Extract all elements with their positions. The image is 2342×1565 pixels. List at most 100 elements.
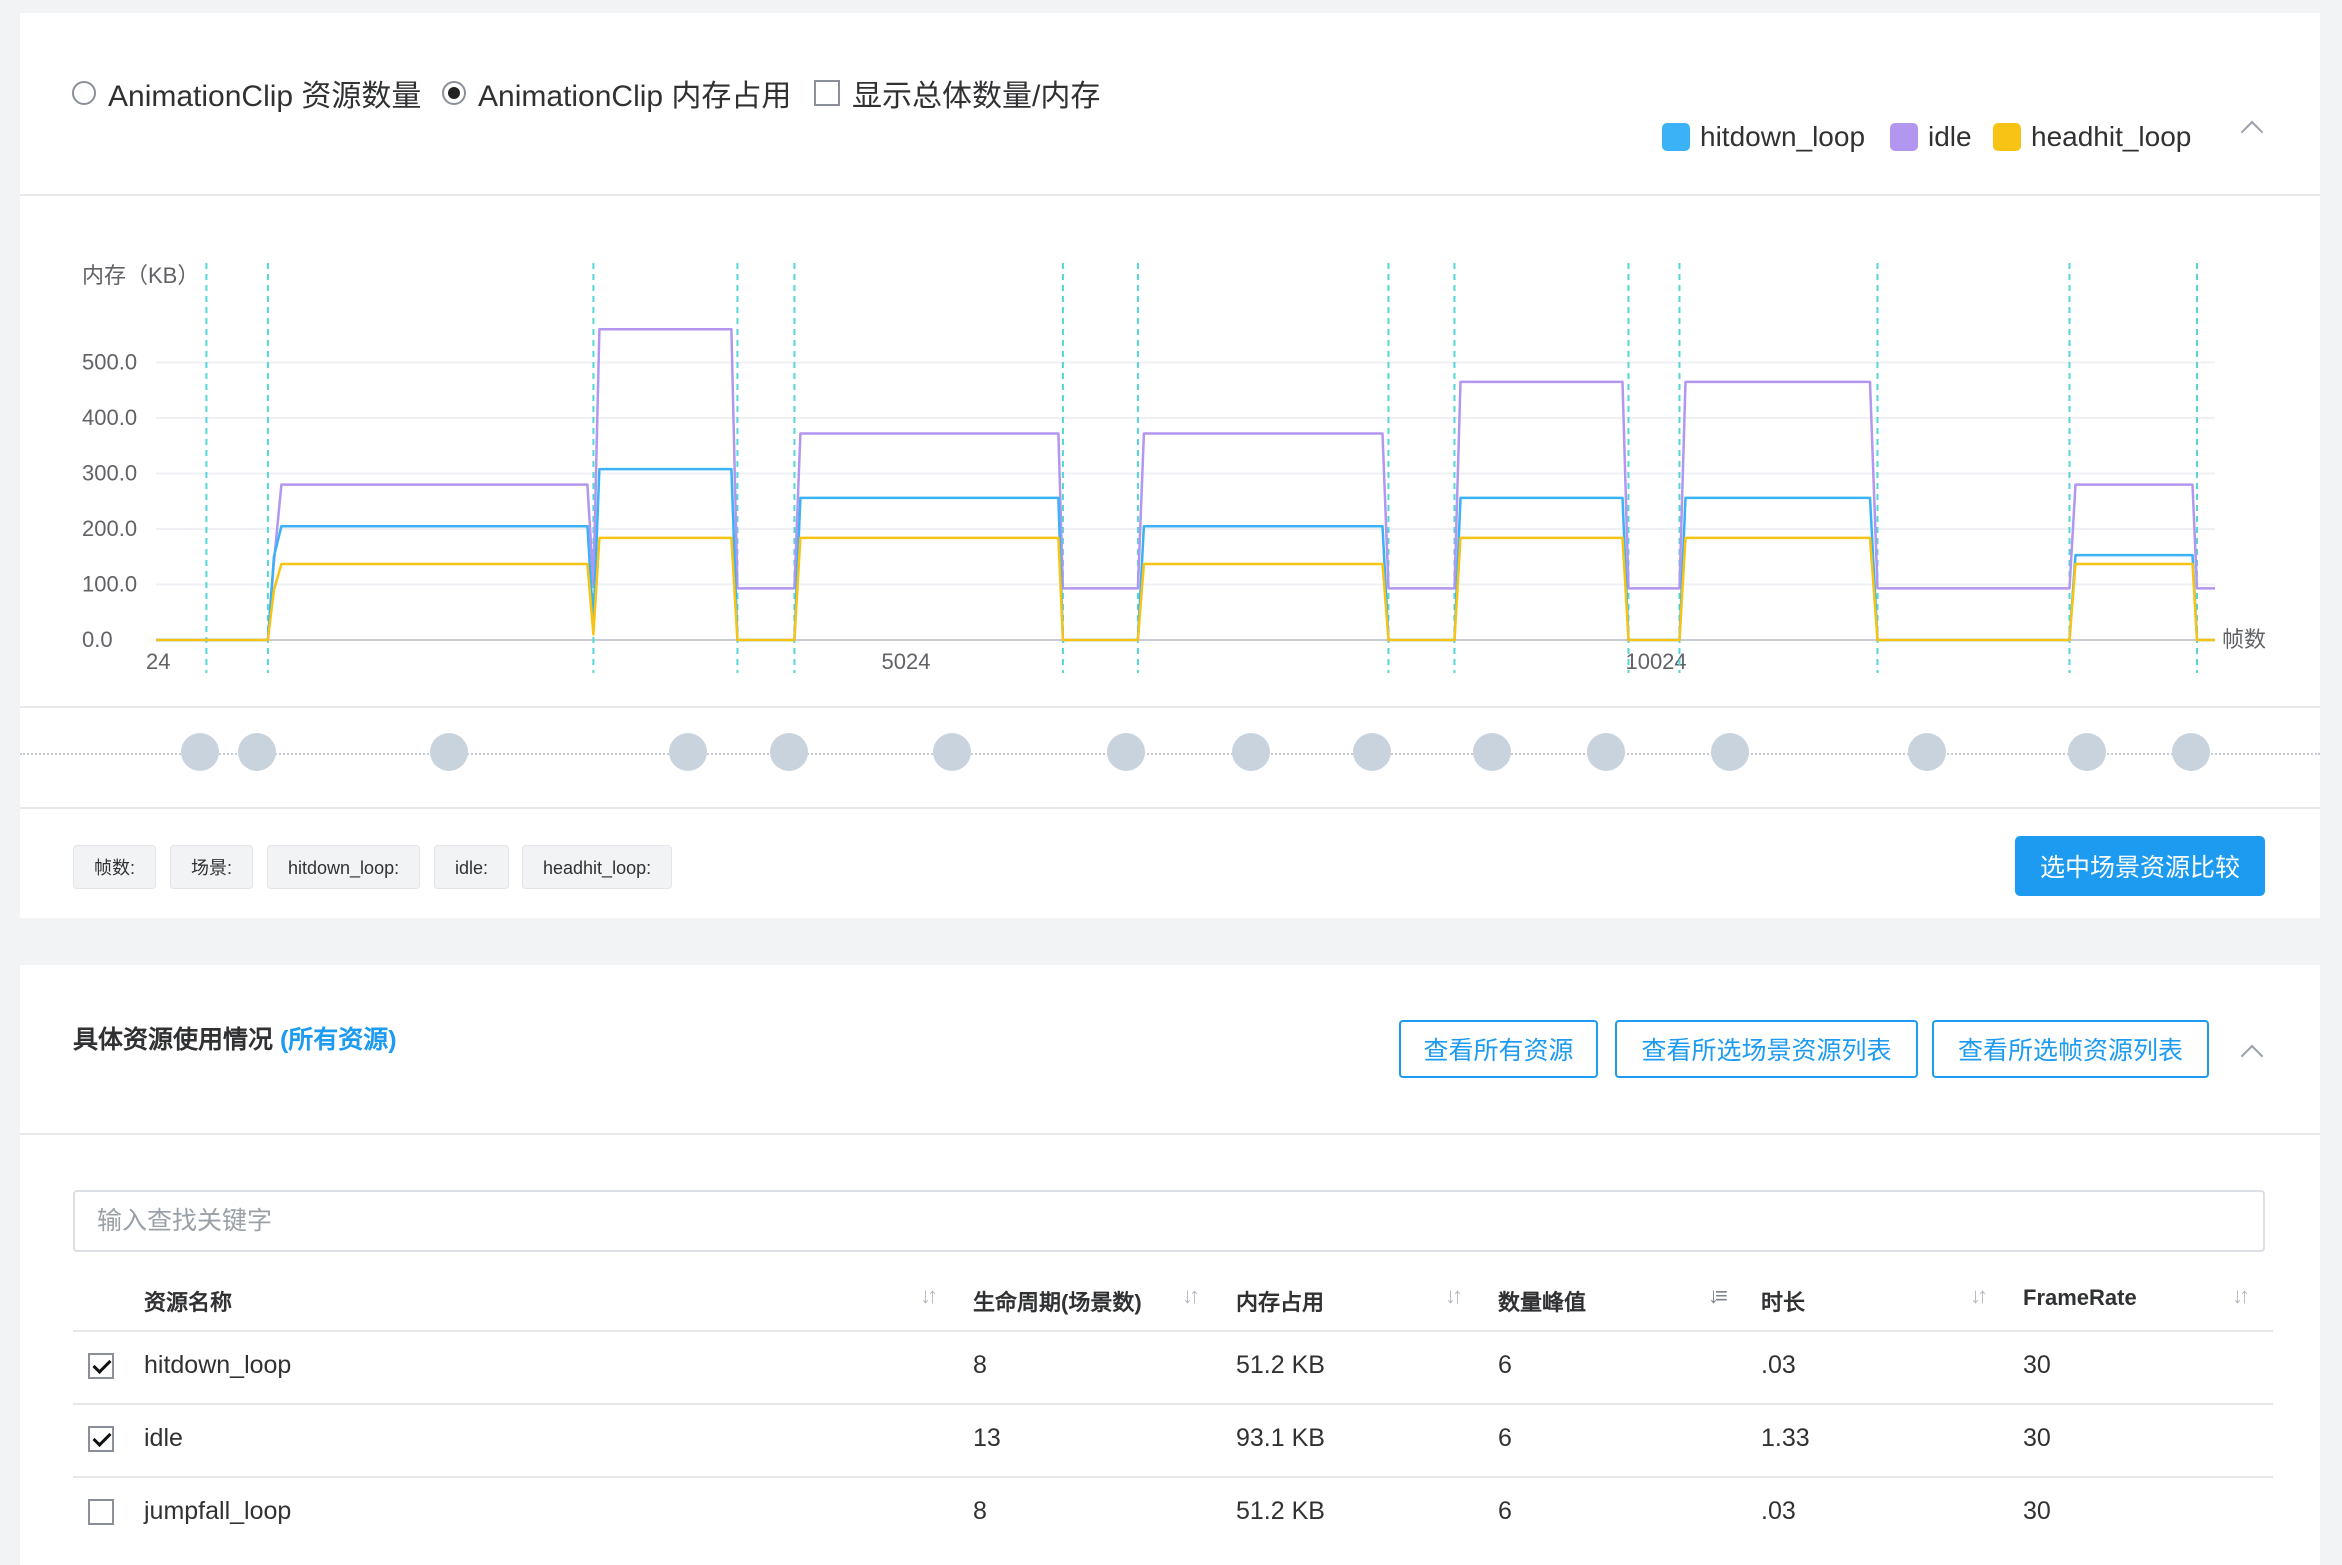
cell-memory: 93.1 KB	[1236, 1424, 1325, 1452]
radio-count-circle[interactable]	[72, 81, 96, 105]
series-line-hitdown_loop	[156, 467, 2215, 642]
cell-framerate: 30	[2023, 1497, 2051, 1525]
legend-idle[interactable]: idle	[1890, 121, 1972, 153]
column-header-name[interactable]: 资源名称	[144, 1285, 232, 1317]
info-tag-hitdown: hitdown_loop:	[267, 845, 421, 889]
row-checkbox[interactable]	[88, 1353, 114, 1379]
cell-name: hitdown_loop	[144, 1351, 292, 1379]
y-tick-label: 0.0	[82, 627, 113, 652]
cell-framerate: 30	[2023, 1351, 2051, 1379]
column-header-framerate[interactable]: FrameRate	[2023, 1285, 2137, 1311]
sort-lifecycle-icon[interactable]: ↓↑	[1182, 1283, 1200, 1309]
x-tick-label: 24	[146, 649, 170, 674]
checkbox-total-box[interactable]	[814, 80, 840, 106]
timeline-scene-dot[interactable]	[181, 733, 219, 771]
row-divider	[73, 1476, 2273, 1478]
y-axis-label: 内存（KB）	[82, 263, 199, 288]
row-divider	[73, 1403, 2273, 1405]
cell-name: idle	[144, 1424, 183, 1452]
section-title-highlight: (所有资源)	[279, 1026, 397, 1054]
timeline-scene-dot[interactable]	[1473, 733, 1511, 771]
header-divider	[73, 1330, 2273, 1332]
resource-usage-card: 具体资源使用情况 (所有资源) 查看所有资源 查看所选场景资源列表 查看所选帧资…	[20, 965, 2320, 1565]
divider	[20, 706, 2320, 708]
cell-memory: 51.2 KB	[1236, 1497, 1325, 1525]
series-line-idle	[156, 327, 2215, 642]
cell-duration: .03	[1761, 1351, 1796, 1379]
collapse-chart-chevron-up-icon[interactable]	[2240, 120, 2264, 144]
info-tag-headhit: headhit_loop:	[522, 845, 673, 889]
row-checkbox[interactable]	[88, 1499, 114, 1525]
radio-memory-circle[interactable]	[442, 81, 466, 105]
timeline-scene-dot[interactable]	[238, 733, 276, 771]
y-tick-label: 500.0	[82, 350, 137, 375]
column-header-memory[interactable]: 内存占用	[1236, 1285, 1324, 1317]
sort-framerate-icon[interactable]: ↓↑	[2232, 1283, 2250, 1309]
info-tag-scene: 场景:	[170, 845, 254, 889]
timeline-scene-dot[interactable]	[1587, 733, 1625, 771]
legend-hitdown-loop[interactable]: hitdown_loop	[1662, 121, 1865, 153]
cell-peak-count: 6	[1498, 1351, 1512, 1379]
x-axis-label: 帧数	[2222, 627, 2266, 652]
search-input[interactable]	[73, 1190, 2265, 1252]
cell-duration: 1.33	[1761, 1424, 1810, 1452]
sort-memory-icon[interactable]: ↓↑	[1445, 1283, 1463, 1309]
timeline-scene-dot[interactable]	[1711, 733, 1749, 771]
radio-resource-count[interactable]: AnimationClip 资源数量	[72, 71, 421, 115]
legend-swatch-idle	[1890, 123, 1918, 151]
view-all-resources-button[interactable]: 查看所有资源	[1399, 1020, 1598, 1078]
sort-duration-icon[interactable]: ↓↑	[1970, 1283, 1988, 1309]
timeline-scene-dot[interactable]	[933, 733, 971, 771]
radio-memory-label: AnimationClip 内存占用	[478, 80, 792, 113]
checkbox-total-label: 显示总体数量/内存	[852, 80, 1101, 113]
legend-headhit-loop[interactable]: headhit_loop	[1993, 121, 2191, 153]
timeline-scene-dot[interactable]	[1908, 733, 1946, 771]
y-tick-label: 400.0	[82, 405, 137, 430]
cell-peak-count: 6	[1498, 1424, 1512, 1452]
timeline-scene-dot[interactable]	[770, 733, 808, 771]
timeline-scene-dot[interactable]	[1353, 733, 1391, 771]
column-header-duration[interactable]: 时长	[1761, 1285, 1805, 1317]
y-tick-label: 100.0	[82, 572, 137, 597]
scene-timeline	[20, 753, 2320, 756]
row-checkbox[interactable]	[88, 1426, 114, 1452]
info-tag-frame: 帧数:	[73, 845, 157, 889]
y-tick-label: 200.0	[82, 516, 137, 541]
sort-peak-count-desc-icon[interactable]: ↓≡	[1708, 1283, 1728, 1309]
cell-lifecycle: 8	[973, 1351, 987, 1379]
timeline-scene-dot[interactable]	[669, 733, 707, 771]
sort-name-icon[interactable]: ↓↑	[920, 1283, 938, 1309]
cell-duration: .03	[1761, 1497, 1796, 1525]
section-title: 具体资源使用情况 (所有资源)	[73, 1020, 397, 1056]
timeline-scene-dot[interactable]	[1107, 733, 1145, 771]
timeline-scene-dot[interactable]	[2068, 733, 2106, 771]
timeline-scene-dot[interactable]	[430, 733, 468, 771]
collapse-table-chevron-up-icon[interactable]	[2240, 1044, 2264, 1068]
cell-name: jumpfall_loop	[144, 1497, 292, 1525]
legend-swatch-headhit	[1993, 123, 2021, 151]
cell-lifecycle: 8	[973, 1497, 987, 1525]
view-frame-resources-button[interactable]: 查看所选帧资源列表	[1932, 1020, 2209, 1078]
section-title-text: 具体资源使用情况	[73, 1026, 274, 1054]
column-header-lifecycle[interactable]: 生命周期(场景数)	[973, 1285, 1142, 1317]
timeline-scene-dot[interactable]	[1232, 733, 1270, 771]
x-tick-label: 5024	[882, 649, 931, 674]
checkbox-show-total[interactable]: 显示总体数量/内存	[814, 71, 1100, 115]
radio-memory-usage[interactable]: AnimationClip 内存占用	[442, 71, 791, 115]
column-header-peak-count[interactable]: 数量峰值	[1498, 1285, 1586, 1317]
view-scene-resources-button[interactable]: 查看所选场景资源列表	[1615, 1020, 1918, 1078]
legend-swatch-hitdown	[1662, 123, 1690, 151]
info-tag-idle: idle:	[434, 845, 510, 889]
divider	[20, 194, 2320, 196]
cell-peak-count: 6	[1498, 1497, 1512, 1525]
cell-memory: 51.2 KB	[1236, 1351, 1325, 1379]
compare-scene-resources-button[interactable]: 选中场景资源比较	[2015, 836, 2265, 896]
cell-lifecycle: 13	[973, 1424, 1001, 1452]
divider	[20, 807, 2320, 809]
divider	[20, 1133, 2320, 1135]
legend-label-idle: idle	[1928, 121, 1972, 152]
legend-label-hitdown: hitdown_loop	[1700, 121, 1866, 152]
timeline-scene-dot[interactable]	[2172, 733, 2210, 771]
memory-line-chart: 内存（KB） 0.0 100.0 200.0 300.0 400.0 500.0 24 5024…	[82, 263, 2266, 674]
legend-label-headhit: headhit_loop	[2031, 121, 2192, 152]
